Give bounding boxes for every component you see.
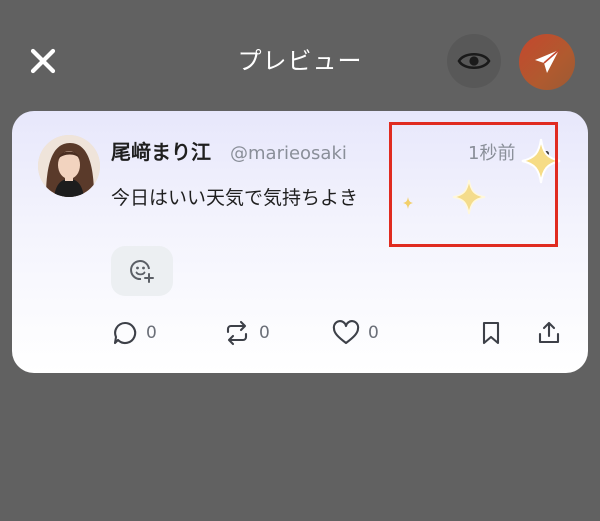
- repost-action[interactable]: 0: [223, 318, 270, 348]
- add-emoji-icon: [130, 260, 154, 283]
- share-icon: [538, 321, 560, 344]
- preview-header: プレビュー: [0, 0, 600, 110]
- post-text: 今日はいい天気で気持ちよき: [111, 187, 359, 209]
- bookmark-action[interactable]: [480, 318, 502, 348]
- page-title: プレビュー: [237, 47, 363, 75]
- send-button[interactable]: [519, 34, 575, 90]
- display-name: 尾﨑まり江: [111, 140, 211, 164]
- heart-icon: [332, 320, 360, 345]
- user-handle: @marieosaki: [230, 143, 347, 164]
- reply-count: 0: [146, 323, 157, 343]
- paper-plane-icon: [535, 49, 560, 73]
- like-action[interactable]: 0: [332, 318, 379, 348]
- preview-toggle-button[interactable]: [447, 34, 501, 88]
- avatar-image: [38, 135, 100, 197]
- add-reaction-button[interactable]: [111, 246, 173, 296]
- avatar[interactable]: [38, 135, 100, 197]
- highlight-box: [389, 122, 558, 247]
- reply-action[interactable]: 0: [112, 318, 157, 348]
- share-action[interactable]: [536, 318, 562, 348]
- comment-icon: [113, 321, 137, 345]
- like-count: 0: [368, 323, 379, 343]
- eye-icon: [457, 52, 491, 70]
- repost-icon: [226, 320, 248, 346]
- repost-count: 0: [259, 323, 270, 343]
- bookmark-icon: [482, 321, 500, 345]
